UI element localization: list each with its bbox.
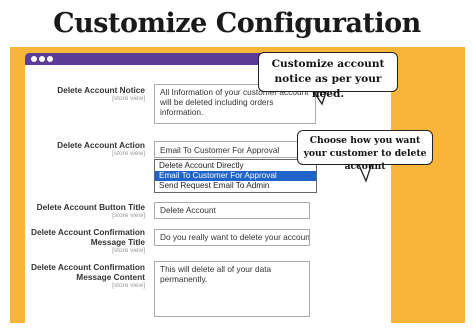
notice-callout: Customize account notice as per your nee… bbox=[258, 52, 398, 100]
action-callout: Choose how you want your customer to del… bbox=[297, 130, 433, 172]
callout-pointers bbox=[312, 91, 373, 183]
